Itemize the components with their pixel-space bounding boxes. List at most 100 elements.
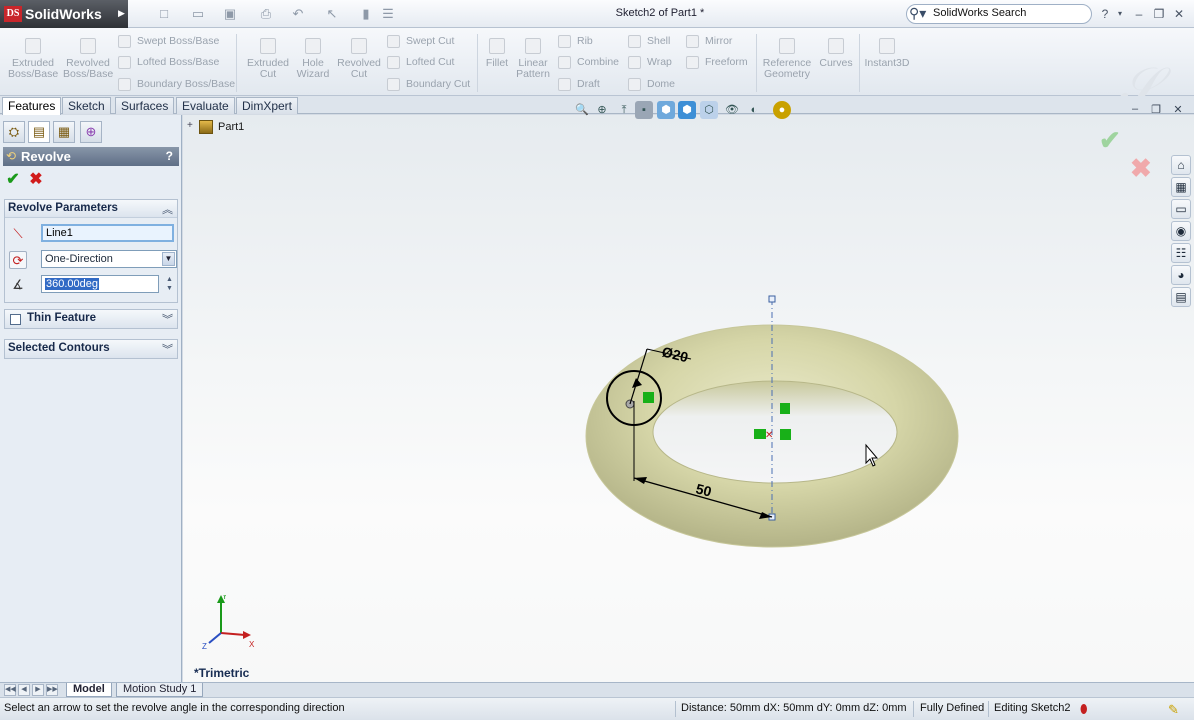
select-icon[interactable]: ↖ [324,6,340,22]
thin-feature-checkbox[interactable] [10,314,21,325]
status-editing: Editing Sketch2 [994,702,1071,714]
tool-label: Wrap [647,56,672,68]
previous-tab-icon[interactable]: ◀ [18,684,30,696]
status-hint: Select an arrow to set the revolve angle… [4,702,345,714]
expand-icon[interactable]: ︾ [162,311,173,327]
cancel-button[interactable]: ✖ [27,171,45,189]
restore-icon[interactable]: ❐ [1151,6,1167,22]
tool-label: Instant3D [864,57,910,69]
mirror-button[interactable]: Mirror [686,33,732,49]
freeform-button[interactable]: Freeform [686,54,748,70]
tool-label: Swept Boss/Base [137,35,220,47]
tab-features[interactable]: Features [2,97,62,115]
save-icon[interactable]: ▣ [222,6,238,22]
help-icon[interactable]: ? [1097,6,1113,22]
open-document-icon[interactable]: ▭ [190,6,206,22]
rebuild-status-icon[interactable]: ⬮ [1080,702,1088,717]
reference-geometry-button[interactable]: Reference Geometry [760,38,814,94]
tool-label: Boundary Cut [406,78,471,90]
property-manager-icon[interactable]: ▤ [28,121,50,143]
swept-boss-button[interactable]: Swept Boss/Base [118,33,219,49]
instant3d-button[interactable]: Instant3D [862,38,912,94]
wrap-button[interactable]: Wrap [628,54,672,70]
axis-field[interactable]: Line1 [41,224,174,242]
rib-icon [558,34,571,48]
tab-evaluate[interactable]: Evaluate [176,97,235,114]
relation-marker[interactable] [780,429,791,440]
tool-label: Combine [577,56,620,68]
tool-label: Dome [647,78,676,90]
extruded-cut-button[interactable]: Extruded Cut [243,38,293,94]
ds-logo-icon: DS [4,6,22,22]
tool-label: Boss/Base [8,68,59,80]
lofted-boss-icon [118,55,131,69]
group-title: Selected Contours [8,342,110,354]
first-tab-icon[interactable]: ◀◀ [4,684,16,696]
angle-spinner[interactable]: ▲ ▼ [163,275,176,293]
options-icon[interactable]: ☰ [380,6,396,22]
expand-icon[interactable]: ︾ [162,341,173,357]
search-input[interactable] [933,7,1083,19]
group-header[interactable]: Revolve Parameters ︽ [5,200,177,218]
angle-field[interactable]: 360.00deg [41,275,159,293]
boundary-cut-button[interactable]: Boundary Cut [387,76,470,92]
lofted-cut-button[interactable]: Lofted Cut [387,54,454,70]
revolved-cut-icon [351,38,367,54]
relation-marker[interactable] [643,392,654,403]
help-dropdown-icon[interactable]: ▾ [1112,6,1128,22]
tab-dimxpert[interactable]: DimXpert [236,97,299,114]
minimize-icon[interactable]: – [1131,6,1147,22]
hole-wizard-button[interactable]: Hole Wizard [292,38,334,94]
tab-surfaces[interactable]: Surfaces [115,97,175,114]
revolved-boss-button[interactable]: Revolved Boss/Base [63,38,113,94]
help-button[interactable]: ? [166,149,173,163]
swept-cut-button[interactable]: Swept Cut [387,33,454,49]
extruded-cut-icon [260,38,276,54]
shell-button[interactable]: Shell [628,33,670,49]
direction-select[interactable]: One-Direction ▼ [41,250,177,268]
tab-model[interactable]: Model [66,683,112,697]
ok-button[interactable]: ✔ [4,171,22,189]
next-tab-icon[interactable]: ▶ [32,684,44,696]
dimxpert-manager-icon[interactable]: ⊕ [80,121,102,143]
group-header[interactable]: Thin Feature ︾ [5,310,177,328]
close-icon[interactable]: ✕ [1171,6,1187,22]
combine-button[interactable]: Combine [558,54,619,70]
graphics-area[interactable]: + Part1 🔍 ⊕ ⤒ ▪ ⬢ ⬢ ⬡ 👁 ◐ ● – ❐ ✕ ✔ ✖ ⌂ … [183,101,1194,682]
chevron-down-icon[interactable]: ▼ [162,252,175,266]
draft-button[interactable]: Draft [558,76,600,92]
search-box[interactable]: ⚲▾ [906,4,1092,24]
linear-pattern-button[interactable]: Linear Pattern [513,38,553,94]
collapse-icon[interactable]: ︽ [162,201,173,217]
status-bar: Select an arrow to set the revolve angle… [0,697,1194,720]
configuration-manager-icon[interactable]: ▦ [53,121,75,143]
status-separator [913,701,914,717]
tab-sketch[interactable]: Sketch [62,97,111,114]
dome-button[interactable]: Dome [628,76,675,92]
undo-icon[interactable]: ↶ [290,6,306,22]
new-document-icon[interactable]: □ [156,6,172,22]
tooltip-toggle-icon[interactable]: ✎ [1168,702,1179,718]
print-icon[interactable]: ⎙ [258,6,274,22]
tool-label: Curves [819,57,853,69]
revolve-parameters-group: Revolve Parameters ︽ ⟍ Line1 ⟳ One-Direc… [4,199,178,303]
model-viewport[interactable]: Ø20 50 ✕ [183,115,1194,682]
feature-tree-icon[interactable]: ⛭ [3,121,25,143]
revolved-cut-button[interactable]: Revolved Cut [334,38,384,94]
curves-button[interactable]: Curves [816,38,856,94]
lofted-boss-button[interactable]: Lofted Boss/Base [118,54,219,70]
solidworks-menu-button[interactable]: DS SolidWorks ▶ [0,0,128,28]
rebuild-icon[interactable]: ▮ [358,6,374,22]
rib-button[interactable]: Rib [558,33,593,49]
reverse-direction-icon[interactable]: ⟳ [9,251,27,269]
direction-value: One-Direction [45,253,113,265]
boundary-boss-button[interactable]: Boundary Boss/Base [118,76,235,92]
axis-endpoint-handle[interactable] [768,295,776,303]
search-icon[interactable]: ⚲▾ [909,5,926,22]
tab-motion-study[interactable]: Motion Study 1 [116,683,204,697]
last-tab-icon[interactable]: ▶▶ [46,684,58,696]
relation-marker[interactable] [780,403,790,414]
extruded-boss-button[interactable]: Extruded Boss/Base [8,38,58,94]
fillet-button[interactable]: Fillet [482,38,512,94]
group-header[interactable]: Selected Contours ︾ [5,340,177,358]
